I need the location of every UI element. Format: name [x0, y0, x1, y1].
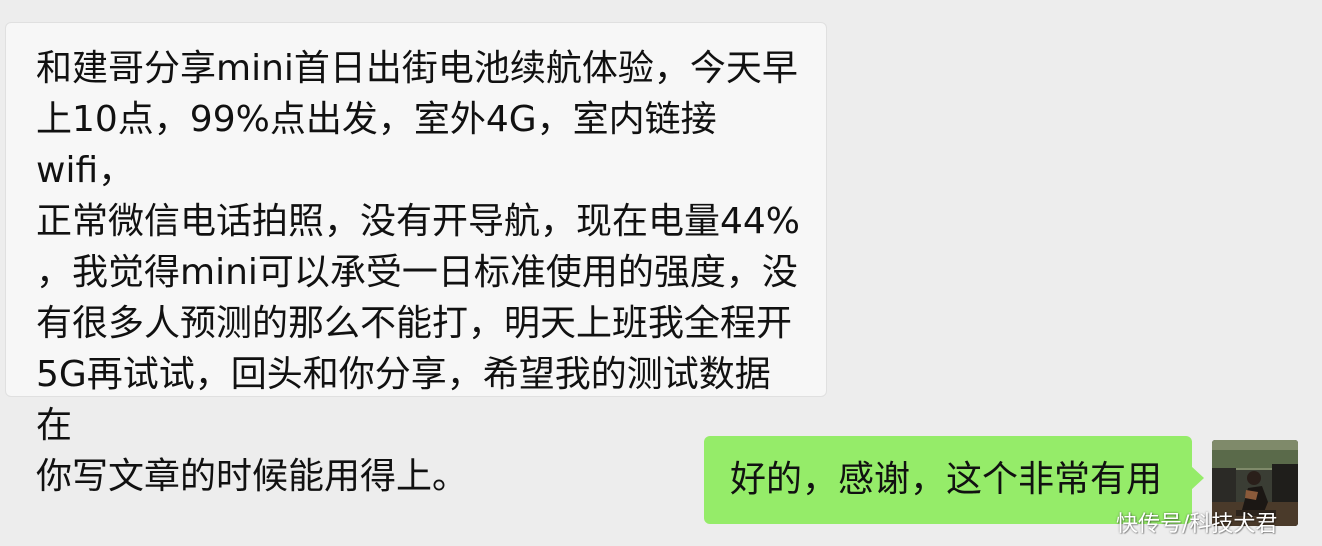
incoming-message-text: 和建哥分享mini首日出街电池续航体验，今天早 上10点，99%点出发，室外4G…: [36, 48, 801, 497]
incoming-message-bubble[interactable]: 和建哥分享mini首日出街电池续航体验，今天早 上10点，99%点出发，室外4G…: [5, 22, 827, 497]
watermark: 快传号/科技犬君: [1116, 512, 1278, 537]
outgoing-message-text: 好的，感谢，这个非常有用: [730, 459, 1163, 500]
